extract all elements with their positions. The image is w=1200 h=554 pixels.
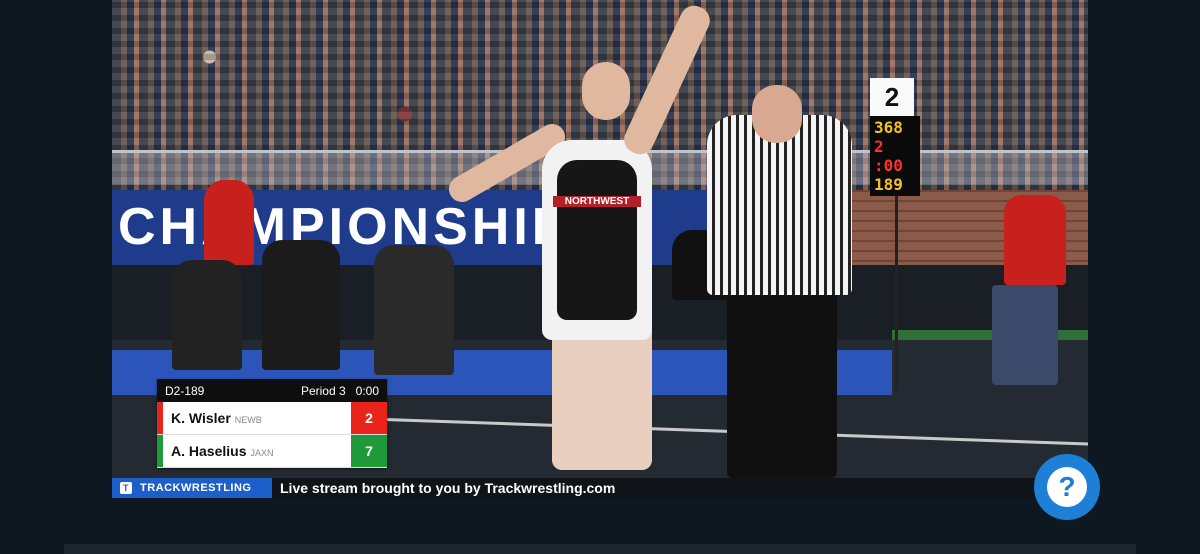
referee-head [752,85,802,143]
help-button[interactable]: ? [1034,454,1100,520]
score-overlay: D2-189 Period 3 0:00 K. Wisler NEWB 2 A. … [157,379,387,468]
wrestler-name-text: A. Haselius [171,443,247,459]
wrestler-row: K. Wisler NEWB 2 [157,402,387,435]
weight-class: D2-189 [165,383,205,398]
wrestler-name: K. Wisler NEWB [163,410,351,426]
wrestler-head [582,62,630,120]
tower-digit-3: 189 [874,175,903,194]
wrestler-row: A. Haselius JAXN 7 [157,435,387,468]
score-header: D2-189 Period 3 0:00 [157,379,387,402]
sponsor-ticker: T TRACKWRESTLING Live stream brought to … [112,478,1088,498]
singlet-text: NORTHWEST [553,196,641,207]
wrestler-team: JAXN [250,448,274,458]
scoreboard-pole [895,190,898,390]
wrestler-score: 7 [351,435,387,467]
match-clock: 0:00 [355,383,379,398]
wrestler-name: A. Haselius JAXN [163,443,351,459]
trackwrestling-shield-icon: T [120,482,132,494]
ticker-message: Live stream brought to you by Trackwrest… [280,480,616,496]
wrestler-singlet: NORTHWEST [553,160,641,320]
referee-legs [727,290,837,478]
question-icon: ? [1047,467,1087,507]
bottom-bar [64,544,1136,554]
seated-official-1 [172,260,242,370]
trackwrestling-logo-text: TRACKWRESTLING [140,482,252,494]
tower-digit-1: 368 [874,118,903,137]
seated-official-2 [262,240,340,370]
standing-spectator [204,180,254,265]
tower-digit-2: 2 :00 [874,137,903,175]
wrestler-legs [552,320,652,470]
wrestler-name-text: K. Wisler [171,410,231,426]
official-legs [992,285,1058,385]
table-official-red-vest [1004,195,1066,285]
mat-scoreboard-tower: 2 368 2 :00 189 [870,78,920,196]
mat-number: 2 [870,78,914,116]
tower-digits: 368 2 :00 189 [870,116,920,196]
period-label: Period 3 [300,383,346,398]
trackwrestling-logo: T TRACKWRESTLING [112,478,272,498]
seated-official-3 [374,245,454,375]
wrestler-team: NEWB [234,415,262,425]
wrestler-score: 2 [351,402,387,434]
